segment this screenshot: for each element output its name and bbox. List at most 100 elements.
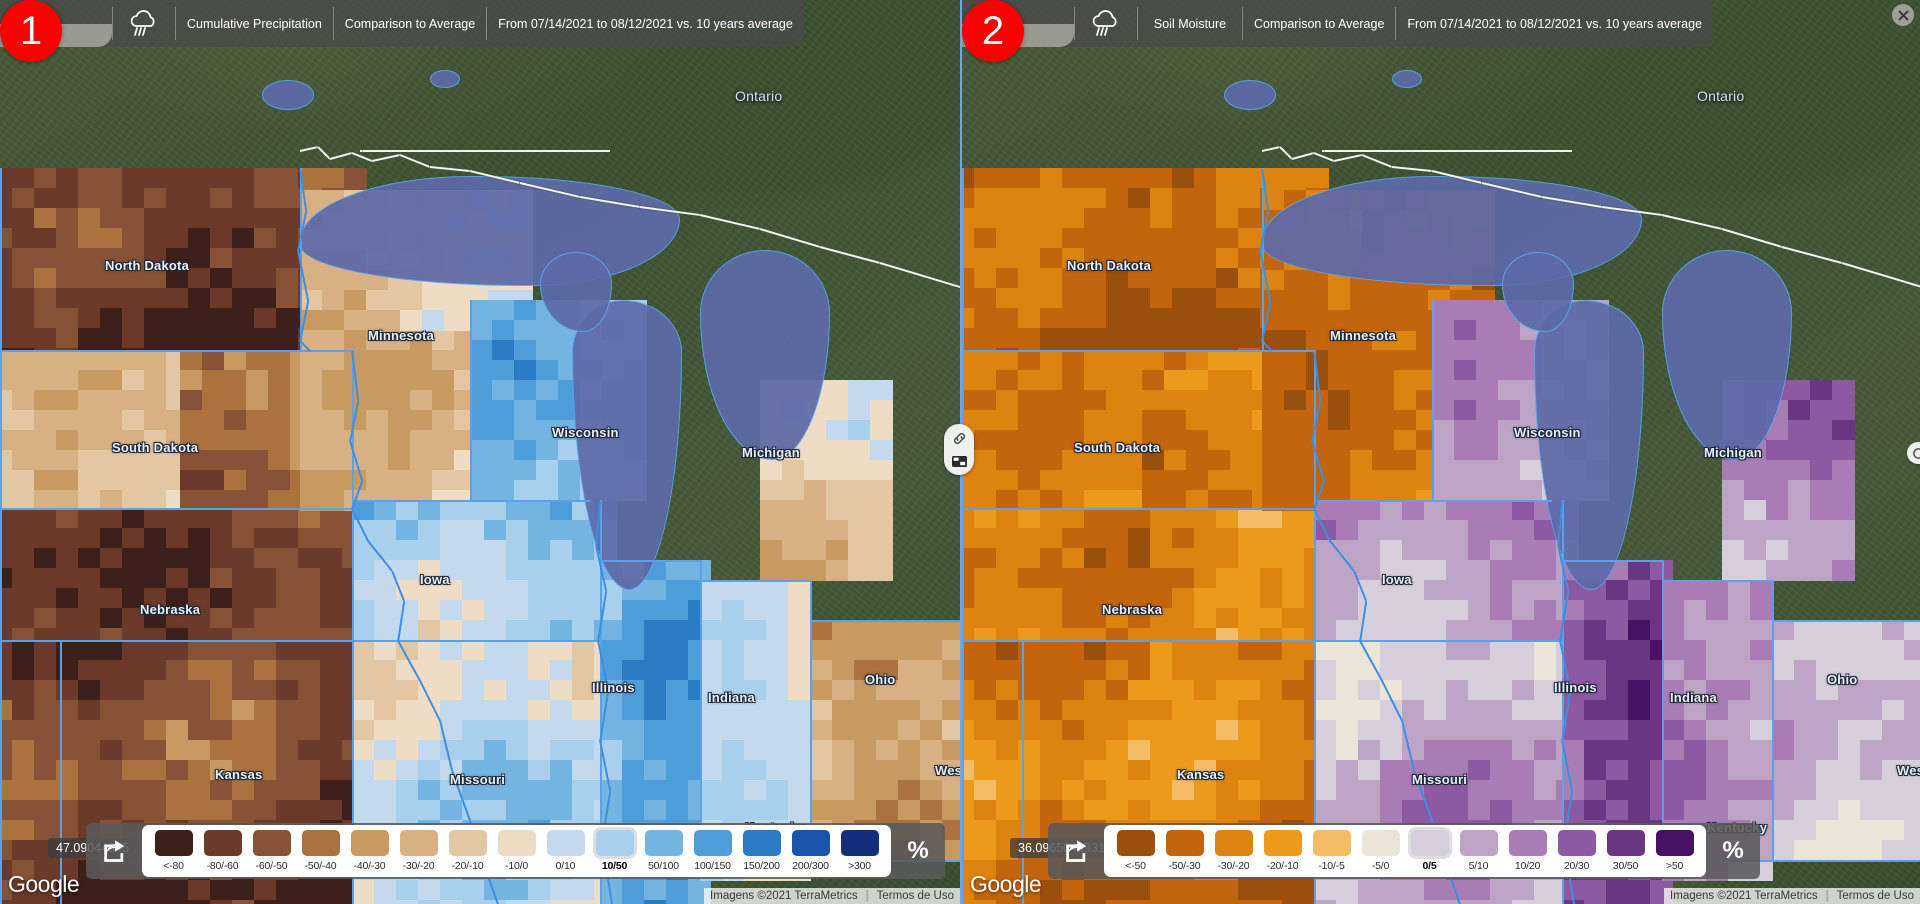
legend-item[interactable]: -50/-30: [1160, 830, 1209, 872]
legend-label: -50/-40: [304, 860, 337, 872]
terms-link-2[interactable]: Termos de Uso: [1837, 890, 1914, 902]
legend-item[interactable]: >300: [835, 830, 884, 872]
map-panel-1[interactable]: Ontario North Dakota South Dakota Minnesota…: [0, 0, 960, 904]
precipitation-choropleth-layer: [0, 0, 960, 904]
legend-item[interactable]: 0/5: [1405, 830, 1454, 872]
legend-swatches-1[interactable]: <-80 -80/-60 -60/-50 -50/-40 -40/-30 -30/-20 -…: [142, 825, 891, 877]
comparison-mode-1[interactable]: Comparison to Average: [334, 0, 486, 47]
close-icon[interactable]: [1892, 4, 1914, 26]
variable-selector-2[interactable]: Soil Moisture: [1138, 0, 1242, 47]
legend-item[interactable]: 30/50: [1601, 830, 1650, 872]
legend-item[interactable]: 50/100: [639, 830, 688, 872]
legend-swatch: [448, 830, 487, 856]
legend-item[interactable]: -30/-20: [1209, 830, 1258, 872]
comparison-mode-2[interactable]: Comparison to Average: [1243, 0, 1395, 47]
date-range-1[interactable]: From 07/14/2021 to 08/12/2021 vs. 10 yea…: [487, 0, 804, 47]
attribution-divider: |: [1825, 890, 1829, 902]
soil-moisture-choropleth-layer: [962, 0, 1920, 904]
legend-swatch: [1655, 830, 1694, 856]
legend-label: 30/50: [1612, 860, 1639, 872]
legend-item[interactable]: 10/20: [1503, 830, 1552, 872]
map-panel-2[interactable]: Ontario North Dakota South Dakota Minnesota…: [960, 0, 1920, 904]
legend-label: -30/-20: [402, 860, 435, 872]
legend-item[interactable]: 0/10: [541, 830, 590, 872]
legend-item[interactable]: <-80: [149, 830, 198, 872]
split-compare-icon[interactable]: [948, 451, 970, 471]
legend-swatch: [1312, 830, 1351, 856]
legend-swatch: [1263, 830, 1302, 856]
google-logo-2: Google: [970, 871, 1042, 897]
legend-item[interactable]: -5/0: [1356, 830, 1405, 872]
legend-swatch: [1557, 830, 1596, 856]
legend-swatch: [1361, 830, 1400, 856]
imagery-credit-1: Imagens ©2021 TerraMetrics: [710, 890, 858, 902]
percent-unit-toggle-1[interactable]: %: [891, 823, 945, 879]
attribution-divider: |: [865, 890, 869, 902]
legend-item[interactable]: -50/-40: [296, 830, 345, 872]
legend-swatch: [644, 830, 683, 856]
legend-item[interactable]: -20/-10: [443, 830, 492, 872]
legend-item[interactable]: >50: [1650, 830, 1699, 872]
legend-swatch: [350, 830, 389, 856]
legend-label: 150/200: [743, 860, 780, 872]
legend-swatch: [1459, 830, 1498, 856]
chain-link-icon[interactable]: [948, 428, 970, 448]
percent-unit-toggle-2[interactable]: %: [1706, 823, 1760, 879]
legend-swatch: [1410, 830, 1449, 856]
legend-label: -30/-20: [1217, 860, 1250, 872]
map-sync-controls[interactable]: [944, 424, 974, 475]
legend-item[interactable]: <-50: [1111, 830, 1160, 872]
legend-label: 200/300: [792, 860, 829, 872]
legend-label: -5/0: [1371, 860, 1390, 872]
date-range-2[interactable]: From 07/14/2021 to 08/12/2021 vs. 10 yea…: [1396, 0, 1713, 47]
legend-bar-1[interactable]: <-80 -80/-60 -60/-50 -50/-40 -40/-30 -30/-20 -…: [86, 823, 945, 879]
map-marker-2[interactable]: 2: [962, 0, 1024, 62]
legend-item[interactable]: 20/30: [1552, 830, 1601, 872]
map-marker-1[interactable]: 1: [0, 0, 62, 62]
legend-item[interactable]: -30/-20: [394, 830, 443, 872]
legend-swatch: [154, 830, 193, 856]
split-map-comparison-view: Ontario North Dakota South Dakota Minnesota…: [0, 0, 1920, 904]
legend-item[interactable]: 150/200: [737, 830, 786, 872]
legend-label: -10/-5: [1318, 860, 1345, 872]
legend-label: 10/20: [1514, 860, 1541, 872]
legend-swatch: [693, 830, 732, 856]
legend-item[interactable]: 200/300: [786, 830, 835, 872]
legend-swatches-2[interactable]: <-50 -50/-30 -30/-20 -20/-10 -10/-5 -5/0 0/5 5/…: [1104, 825, 1706, 877]
legend-swatch: [301, 830, 340, 856]
legend-label: -20/-10: [451, 860, 484, 872]
legend-item[interactable]: -20/-10: [1258, 830, 1307, 872]
legend-swatch: [546, 830, 585, 856]
map-attribution-1: Imagens ©2021 TerraMetrics | Termos de U…: [704, 888, 960, 904]
legend-swatch: [497, 830, 536, 856]
legend-label: >300: [848, 860, 871, 872]
legend-swatch: [742, 830, 781, 856]
legend-bar-2[interactable]: <-50 -50/-30 -30/-20 -20/-10 -10/-5 -5/0 0/5 5/…: [1048, 823, 1760, 879]
legend-label: -50/-30: [1168, 860, 1201, 872]
share-icon[interactable]: [86, 823, 142, 879]
share-icon[interactable]: [1048, 823, 1104, 879]
rain-cloud-icon[interactable]: [113, 0, 175, 47]
legend-swatch: [1214, 830, 1253, 856]
legend-swatch: [252, 830, 291, 856]
legend-label: -20/-10: [1266, 860, 1299, 872]
variable-selector-1[interactable]: Cumulative Precipitation: [176, 0, 333, 47]
legend-item[interactable]: -80/-60: [198, 830, 247, 872]
legend-item[interactable]: 10/50: [590, 830, 639, 872]
legend-item[interactable]: -60/-50: [247, 830, 296, 872]
legend-label: <-50: [1125, 860, 1146, 872]
legend-swatch: [1165, 830, 1204, 856]
legend-label: 5/10: [1468, 860, 1489, 872]
legend-swatch: [791, 830, 830, 856]
legend-swatch: [1116, 830, 1155, 856]
terms-link-1[interactable]: Termos de Uso: [877, 890, 954, 902]
legend-item[interactable]: 100/150: [688, 830, 737, 872]
legend-label: -60/-50: [255, 860, 288, 872]
legend-item[interactable]: -40/-30: [345, 830, 394, 872]
legend-label: -40/-30: [353, 860, 386, 872]
rain-cloud-icon[interactable]: [1075, 0, 1137, 47]
legend-item[interactable]: 5/10: [1454, 830, 1503, 872]
legend-item[interactable]: -10/0: [492, 830, 541, 872]
legend-label: 10/50: [601, 860, 628, 872]
legend-item[interactable]: -10/-5: [1307, 830, 1356, 872]
